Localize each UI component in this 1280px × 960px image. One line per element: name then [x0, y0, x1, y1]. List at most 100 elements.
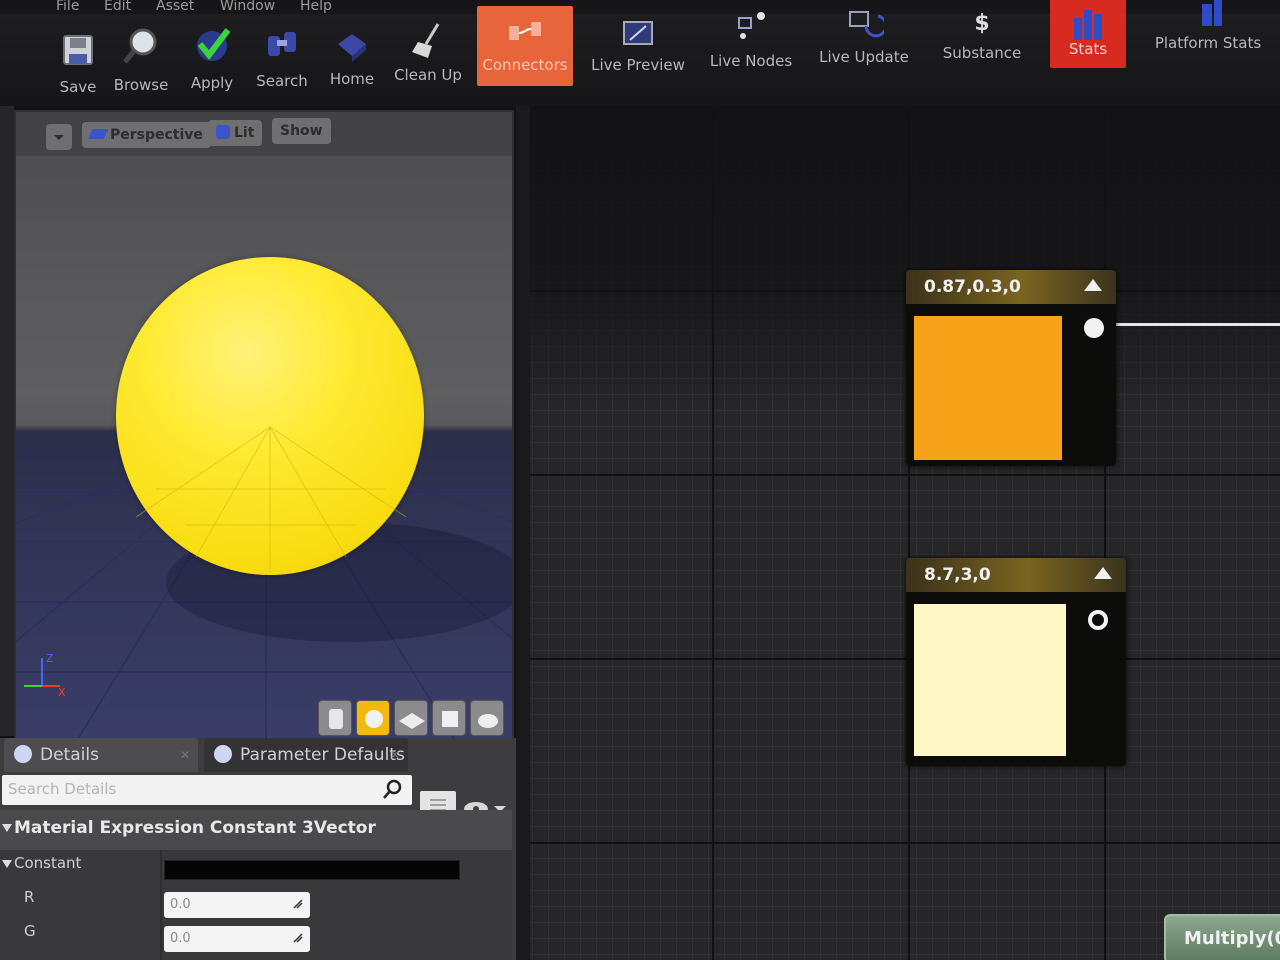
live-update-button[interactable]: Live Update: [816, 11, 912, 104]
expand-arrow-icon[interactable]: [2, 860, 12, 868]
preview-sphere: [116, 257, 424, 575]
save-icon: [63, 35, 93, 65]
preview-viewport[interactable]: Perspective Lit Show Z X: [14, 110, 514, 740]
close-icon[interactable]: ✕: [390, 738, 400, 772]
clean-up-button[interactable]: Clean Up: [382, 14, 474, 104]
platform-stats-label: Platform Stats: [1154, 34, 1262, 52]
home-icon: [338, 34, 366, 62]
tab-details[interactable]: Details ✕: [4, 738, 198, 772]
r-value: 0.0: [170, 897, 191, 912]
menu-file[interactable]: File: [56, 0, 79, 14]
constant3vector-node-2[interactable]: 8.7,3,0: [906, 558, 1126, 766]
cube-shape-button[interactable]: [432, 700, 466, 736]
close-icon[interactable]: ✕: [180, 738, 190, 772]
clean-up-label: Clean Up: [394, 66, 462, 84]
live-nodes-button[interactable]: Live Nodes: [703, 12, 799, 104]
viewport-options-button[interactable]: [46, 124, 72, 150]
info-icon: [14, 745, 32, 763]
search-placeholder: Search Details: [8, 780, 117, 798]
teapot-icon: [478, 714, 498, 728]
node-color-preview: [914, 316, 1062, 460]
node-title: 0.87,0.3,0: [924, 277, 1021, 297]
connectors-button[interactable]: Connectors: [477, 6, 573, 86]
cube-icon: [442, 711, 458, 727]
collapse-arrow-icon[interactable]: [1094, 567, 1112, 579]
perspective-label: Perspective: [110, 127, 203, 143]
category-label: Material Expression Constant 3Vector: [14, 818, 376, 838]
custom-mesh-shape-button[interactable]: [470, 700, 504, 736]
resize-grip-icon[interactable]: [292, 898, 304, 910]
category-header[interactable]: Material Expression Constant 3Vector: [0, 810, 512, 850]
node-header: 0.87,0.3,0: [906, 270, 1116, 304]
column-splitter[interactable]: [160, 850, 162, 960]
resize-grip-icon[interactable]: [292, 932, 304, 944]
g-label: G: [24, 922, 36, 940]
r-label: R: [24, 888, 35, 906]
monitor-icon: [623, 21, 653, 45]
magnifier-icon: [123, 28, 157, 64]
menu-edit[interactable]: Edit: [104, 0, 131, 14]
toolbar: Save Browse Apply Search Home Clean Up C…: [0, 0, 1280, 106]
sphere-shape-button[interactable]: [356, 700, 390, 736]
constant-color-swatch[interactable]: [164, 860, 460, 880]
search-details-input[interactable]: Search Details: [2, 775, 412, 805]
output-pin[interactable]: [1088, 610, 1108, 630]
live-preview-label: Live Preview: [591, 56, 685, 74]
sphere-icon: [365, 710, 383, 728]
plane-icon: [399, 713, 425, 729]
details-panel: Details ✕ Parameter Defaults ✕ Search De…: [0, 738, 516, 960]
stats-button[interactable]: Stats: [1050, 0, 1126, 68]
axis-gizmo: Z X: [24, 652, 66, 699]
stats-label: Stats: [1068, 40, 1108, 58]
chevron-down-icon: [54, 135, 64, 140]
svg-text:X: X: [58, 686, 66, 699]
broom-icon: [412, 23, 440, 58]
node-header: 8.7,3,0: [906, 558, 1126, 592]
r-value-field[interactable]: 0.0: [164, 892, 310, 918]
g-value: 0.0: [170, 931, 191, 946]
live-update-icon: [849, 11, 884, 38]
search-icon: [383, 779, 402, 799]
viewport-toolbar: Perspective Lit Show: [16, 112, 512, 156]
menu-help[interactable]: Help: [300, 0, 332, 14]
lit-label: Lit: [234, 125, 255, 141]
g-value-field[interactable]: 0.0: [164, 926, 310, 952]
perspective-button[interactable]: Perspective: [82, 122, 211, 148]
constant3vector-node-1[interactable]: 0.87,0.3,0: [906, 270, 1116, 466]
constant-property-group: Constant R 0.0 G 0.0: [0, 850, 512, 960]
connectors-icon: [509, 22, 541, 40]
lit-cube-icon: [216, 125, 230, 139]
collapse-arrow-icon[interactable]: [1084, 279, 1102, 291]
expand-arrow-icon: [2, 824, 12, 832]
live-nodes-label: Live Nodes: [709, 52, 793, 70]
show-button[interactable]: Show: [272, 118, 331, 144]
tab-details-label: Details: [40, 745, 99, 765]
svg-text:Z: Z: [46, 652, 54, 665]
info-icon: [214, 745, 232, 763]
sphere-wireframe: [135, 426, 407, 573]
cylinder-icon: [329, 709, 343, 729]
node-color-preview: [914, 604, 1066, 756]
live-preview-button[interactable]: Live Preview: [590, 14, 686, 104]
left-edge: [0, 106, 14, 736]
live-nodes-icon: [738, 12, 765, 39]
svg-text:$: $: [974, 11, 989, 36]
platform-stats-button[interactable]: Platform Stats: [1140, 0, 1276, 104]
tab-params-label: Parameter Defaults: [240, 745, 405, 765]
plane-shape-button[interactable]: [394, 700, 428, 736]
checkmark-icon: [197, 28, 231, 61]
menu-window[interactable]: Window: [220, 0, 275, 14]
graph-vignette: [516, 106, 1280, 406]
menu-asset[interactable]: Asset: [156, 0, 194, 14]
lit-button[interactable]: Lit: [208, 120, 263, 146]
show-label: Show: [280, 123, 323, 139]
tab-parameter-defaults[interactable]: Parameter Defaults ✕: [204, 738, 408, 772]
output-pin[interactable]: [1084, 318, 1104, 338]
binoculars-icon: [268, 32, 296, 56]
substance-label: Substance: [942, 44, 1022, 62]
substance-button[interactable]: $ Substance: [934, 11, 1030, 104]
cylinder-shape-button[interactable]: [318, 700, 352, 736]
multiply-node[interactable]: Multiply(0: [1164, 914, 1280, 960]
multiply-node-title: Multiply(0: [1184, 928, 1280, 949]
material-graph[interactable]: [516, 106, 1280, 960]
